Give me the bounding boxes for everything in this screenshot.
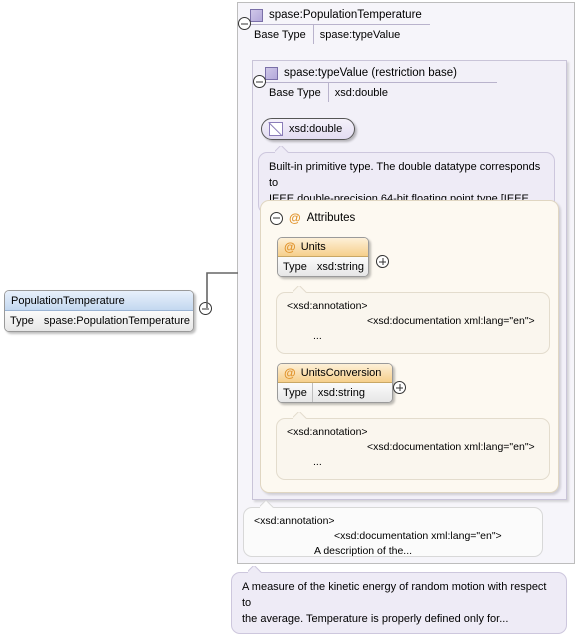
annotation-line-1: <xsd:annotation> bbox=[287, 426, 368, 438]
attribute-type-row: Type xsd:string bbox=[278, 257, 368, 276]
outer-type-header: spase:PopulationTemperature Base Type sp… bbox=[250, 6, 430, 44]
primitive-type-node[interactable]: xsd:double bbox=[261, 118, 356, 140]
attribute-type-row: Type xsd:string bbox=[278, 383, 392, 402]
attribute-node-unitsconversion[interactable]: @ UnitsConversion Type xsd:string bbox=[277, 363, 393, 403]
at-symbol-icon: @ bbox=[284, 240, 296, 254]
element-documentation-tooltip: A measure of the kinetic energy of rando… bbox=[231, 572, 567, 634]
inner-base-type-value: xsd:double bbox=[334, 86, 388, 99]
outer-base-type-value: spase:typeValue bbox=[319, 28, 401, 41]
inner-type-title-row: spase:typeValue (restriction base) bbox=[265, 64, 497, 82]
annotation-line-2: <xsd:documentation xml:lang="en"> bbox=[334, 530, 502, 542]
attribute-type-value: xsd:string bbox=[316, 260, 364, 273]
callout-tail bbox=[293, 412, 307, 419]
attribute-type-label: Type bbox=[283, 260, 307, 273]
attributes-label: Attributes bbox=[306, 212, 356, 224]
root-element-header: PopulationTemperature bbox=[5, 291, 193, 311]
inner-type-header: spase:typeValue (restriction base) Base … bbox=[265, 64, 497, 102]
attribute-header: @ UnitsConversion bbox=[278, 364, 392, 383]
attribute-type-value: xsd:string bbox=[317, 386, 365, 399]
attribute-units-expand-toggle[interactable] bbox=[376, 255, 389, 268]
root-type-value: spase:PopulationTemperature bbox=[43, 315, 191, 327]
attribute-unitsconversion-annotation: <xsd:annotation> <xsd:documentation xml:… bbox=[276, 418, 550, 480]
annotation-line-1: <xsd:annotation> bbox=[287, 300, 368, 312]
inner-base-type-row: Base Type xsd:double bbox=[265, 82, 497, 102]
outer-type-title-row: spase:PopulationTemperature bbox=[250, 6, 430, 24]
attribute-header: @ Units bbox=[278, 238, 368, 257]
attribute-name: UnitsConversion bbox=[300, 367, 382, 379]
callout-tail bbox=[275, 146, 289, 153]
outer-type-title: spase:PopulationTemperature bbox=[269, 9, 422, 21]
attribute-unitsconversion-expand-toggle[interactable] bbox=[393, 381, 406, 394]
at-symbol-icon: @ bbox=[284, 366, 296, 380]
attributes-header: @ Attributes bbox=[261, 201, 558, 228]
inner-type-title: spase:typeValue (restriction base) bbox=[284, 67, 458, 79]
complex-type-icon bbox=[250, 8, 263, 22]
outer-base-type-label: Base Type bbox=[254, 28, 306, 41]
annotation-line-2: <xsd:documentation xml:lang="en"> bbox=[367, 315, 535, 327]
root-type-label: Type bbox=[10, 315, 34, 327]
tooltip-line-1: A measure of the kinetic energy of rando… bbox=[242, 581, 547, 609]
root-element-node[interactable]: PopulationTemperature Type spase:Populat… bbox=[4, 290, 194, 332]
attribute-node-units[interactable]: @ Units Type xsd:string bbox=[277, 237, 369, 277]
root-element-name: PopulationTemperature bbox=[11, 294, 125, 307]
annotation-line-2: <xsd:documentation xml:lang="en"> bbox=[367, 441, 535, 453]
attribute-name: Units bbox=[300, 241, 326, 253]
at-symbol-icon: @ bbox=[289, 211, 301, 225]
outer-base-type-row: Base Type spase:typeValue bbox=[250, 24, 430, 44]
inner-type-collapse-toggle[interactable] bbox=[253, 75, 266, 88]
annotation-line-1: <xsd:annotation> bbox=[254, 515, 335, 527]
outer-type-collapse-toggle[interactable] bbox=[238, 17, 251, 30]
callout-tail bbox=[260, 501, 274, 508]
tooltip-line-2: the average. Temperature is properly def… bbox=[242, 613, 509, 625]
annotation-line-3: ... bbox=[313, 456, 322, 468]
primitive-type-label: xsd:double bbox=[289, 123, 343, 135]
attribute-type-label: Type bbox=[283, 386, 307, 399]
annotation-line-3: A description of the... bbox=[314, 545, 413, 557]
connector-line bbox=[206, 272, 238, 308]
doc-line-1: Built-in primitive type. The double data… bbox=[269, 161, 541, 189]
complex-type-icon bbox=[265, 66, 278, 80]
simple-type-icon bbox=[269, 122, 283, 136]
attribute-units-annotation: <xsd:annotation> <xsd:documentation xml:… bbox=[276, 292, 550, 354]
annotation-line-3: ... bbox=[313, 330, 322, 342]
root-type-row: Type spase:PopulationTemperature bbox=[5, 311, 193, 331]
attributes-collapse-toggle[interactable] bbox=[270, 211, 283, 225]
callout-tail bbox=[293, 286, 307, 293]
callout-tail bbox=[248, 566, 262, 573]
inner-base-type-label: Base Type bbox=[269, 86, 321, 99]
type-annotation: <xsd:annotation> <xsd:documentation xml:… bbox=[243, 507, 543, 557]
